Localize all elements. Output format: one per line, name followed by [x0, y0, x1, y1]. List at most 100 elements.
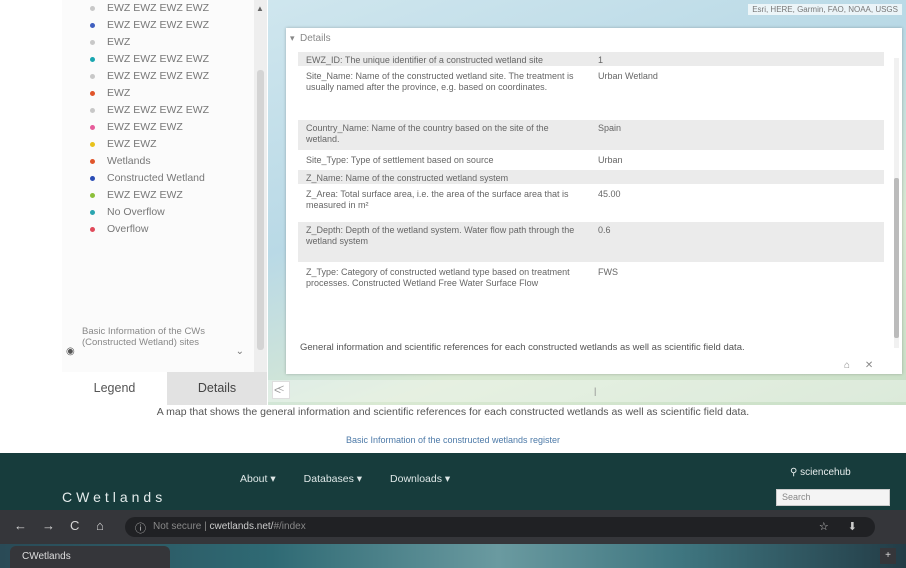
details-row-value: Spain [598, 123, 622, 133]
details-panel: ▾ Details EWZ_ID: The unique identifier … [286, 28, 902, 374]
details-row-key: Z_Area: Total surface area, i.e. the are… [306, 189, 569, 210]
site-search-input[interactable]: Search [776, 489, 890, 506]
legend-note-text: Basic Information of the CWs (Constructe… [82, 326, 206, 348]
browser-tabstrip: CWetlands + [0, 544, 906, 568]
legend-color-dot-icon [90, 210, 95, 215]
legend-item-label: Overflow [107, 223, 149, 235]
legend-item-label: EWZ EWZ EWZ EWZ [107, 104, 210, 116]
details-scroll-thumb[interactable] [894, 178, 899, 338]
sciencehub-brand[interactable]: ⚲ sciencehub [790, 467, 851, 478]
details-header-label: Details [300, 33, 331, 44]
details-row: Site_Name: Name of the constructed wetla… [298, 68, 884, 118]
legend-sidebar: EWZ EWZ EWZ EWZ EWZ EWZ EWZ EWZ EWZ EWZ EWZ… [62, 0, 267, 405]
nav-item[interactable]: Databases ▾ [304, 473, 362, 485]
legend-item-label: EWZ EWZ [107, 138, 157, 150]
legend-color-dot-icon [90, 23, 95, 28]
map-caption: A map that shows the general information… [156, 406, 750, 418]
legend-color-dot-icon [90, 91, 95, 96]
legend-item[interactable]: EWZ EWZ EWZ EWZ [62, 0, 254, 17]
browser-tab[interactable]: CWetlands [10, 546, 170, 568]
legend-item[interactable]: Wetlands [62, 153, 254, 170]
address-url: Not secure | cwetlands.net/#/index [153, 521, 306, 532]
nav-item[interactable]: Downloads ▾ [390, 473, 450, 485]
omnibox-actions-icon[interactable]: ☆ ⬇ [819, 520, 865, 533]
legend-item[interactable]: EWZ EWZ EWZ [62, 187, 254, 204]
legend-item-label: EWZ [107, 36, 131, 48]
sidebar-tabs: Legend Details [62, 372, 267, 405]
details-row-key: EWZ_ID: The unique identifier of a const… [306, 55, 543, 65]
legend-item[interactable]: EWZ [62, 34, 254, 51]
site-header: About ▾ Databases ▾ Downloads ▾ ⚲ scienceh… [0, 453, 906, 510]
details-row: EWZ_ID: The unique identifier of a const… [298, 52, 884, 66]
details-row: Z_Depth: Depth of the wetland system. Wa… [298, 222, 884, 262]
details-row-value: FWS [598, 267, 618, 277]
legend-color-dot-icon [90, 74, 95, 79]
site-logo[interactable]: CWetlands [62, 489, 166, 505]
panel-buttons[interactable]: ⌂ ✕ [844, 360, 879, 371]
details-row: Z_Type: Category of constructed wetland … [298, 264, 884, 314]
site-nav: About ▾ Databases ▾ Downloads ▾ [240, 469, 478, 487]
details-row-value: 0.6 [598, 225, 611, 235]
details-row-key: Site_Type: Type of settlement based on s… [306, 155, 494, 165]
sidebar-scroll-thumb[interactable] [257, 70, 264, 350]
scroll-up-icon[interactable]: ▲ [256, 4, 264, 13]
chevron-down-icon[interactable]: ⌄ [236, 346, 244, 357]
address-bar[interactable]: ⓘ Not secure | cwetlands.net/#/index ☆ ⬇ [125, 517, 875, 537]
site-info-icon[interactable]: ⓘ [135, 520, 146, 536]
legend-note[interactable]: ◉ Basic Information of the CWs (Construc… [66, 326, 252, 357]
legend-item[interactable]: EWZ EWZ EWZ EWZ [62, 17, 254, 34]
map-pin-icon: ◉ [66, 346, 75, 357]
legend-item-label: EWZ EWZ EWZ EWZ [107, 2, 210, 14]
details-row: Site_Type: Type of settlement based on s… [298, 152, 884, 168]
legend-item[interactable]: EWZ [62, 85, 254, 102]
url-host: cwetlands.net/ [209, 521, 274, 532]
legend-item-label: EWZ EWZ EWZ [107, 189, 183, 201]
legend-item[interactable]: EWZ EWZ [62, 136, 254, 153]
tab-legend[interactable]: Legend [62, 372, 167, 405]
map-subcaption[interactable]: Basic Information of the constructed wet… [0, 435, 906, 445]
legend-item-label: Wetlands [107, 155, 151, 167]
legend-item-label: EWZ EWZ EWZ EWZ [107, 70, 210, 82]
home-icon[interactable]: ⌂ [96, 518, 104, 533]
legend-item[interactable]: EWZ EWZ EWZ [62, 119, 254, 136]
legend-item-label: EWZ [107, 87, 131, 99]
url-path: #/index [273, 521, 306, 532]
details-header[interactable]: ▾ Details [286, 28, 902, 50]
legend-color-dot-icon [90, 108, 95, 113]
legend-color-dot-icon [90, 159, 95, 164]
details-row-key: Z_Name: Name of the constructed wetland … [306, 173, 509, 183]
details-table: EWZ_ID: The unique identifier of a const… [298, 52, 884, 334]
nav-item[interactable]: About ▾ [240, 473, 276, 485]
legend-color-dot-icon [90, 142, 95, 147]
scroll-left-icon[interactable]: < [274, 383, 281, 397]
legend-item-label: EWZ EWZ EWZ EWZ [107, 19, 210, 31]
details-row-value: 45.00 [598, 189, 621, 199]
details-footer: General information and scientific refer… [300, 342, 745, 353]
legend-item[interactable]: EWZ EWZ EWZ EWZ [62, 102, 254, 119]
new-tab-icon[interactable]: + [880, 548, 896, 564]
legend-item[interactable]: EWZ EWZ EWZ EWZ [62, 51, 254, 68]
tab-details[interactable]: Details [167, 372, 267, 405]
legend-color-dot-icon [90, 176, 95, 181]
legend-item[interactable]: Overflow [62, 221, 254, 238]
legend-item[interactable]: EWZ EWZ EWZ EWZ [62, 68, 254, 85]
details-row-key: Site_Name: Name of the constructed wetla… [306, 71, 574, 92]
legend-item-label: Constructed Wetland [107, 172, 205, 184]
legend-color-dot-icon [90, 6, 95, 11]
legend-item-label: EWZ EWZ EWZ EWZ [107, 53, 210, 65]
details-row: Z_Area: Total surface area, i.e. the are… [298, 186, 884, 220]
details-row-value: Urban [598, 155, 623, 165]
sidebar-scrollbar[interactable]: ▲ [254, 0, 267, 372]
details-scrollbar[interactable] [894, 58, 899, 348]
legend-color-dot-icon [90, 40, 95, 45]
legend-item[interactable]: Constructed Wetland [62, 170, 254, 187]
back-icon[interactable]: ← [14, 518, 27, 533]
legend-color-dot-icon [90, 57, 95, 62]
browser-toolbar: ← → C ⌂ ⓘ Not secure | cwetlands.net/#/i… [0, 510, 906, 544]
reload-icon[interactable]: C [70, 518, 79, 533]
map-attribution: Esri, HERE, Garmin, FAO, NOAA, USGS [748, 4, 902, 15]
details-row-key: Z_Depth: Depth of the wetland system. Wa… [306, 225, 575, 246]
legend-color-dot-icon [90, 227, 95, 232]
legend-item[interactable]: No Overflow [62, 204, 254, 221]
forward-icon[interactable]: → [42, 518, 55, 533]
